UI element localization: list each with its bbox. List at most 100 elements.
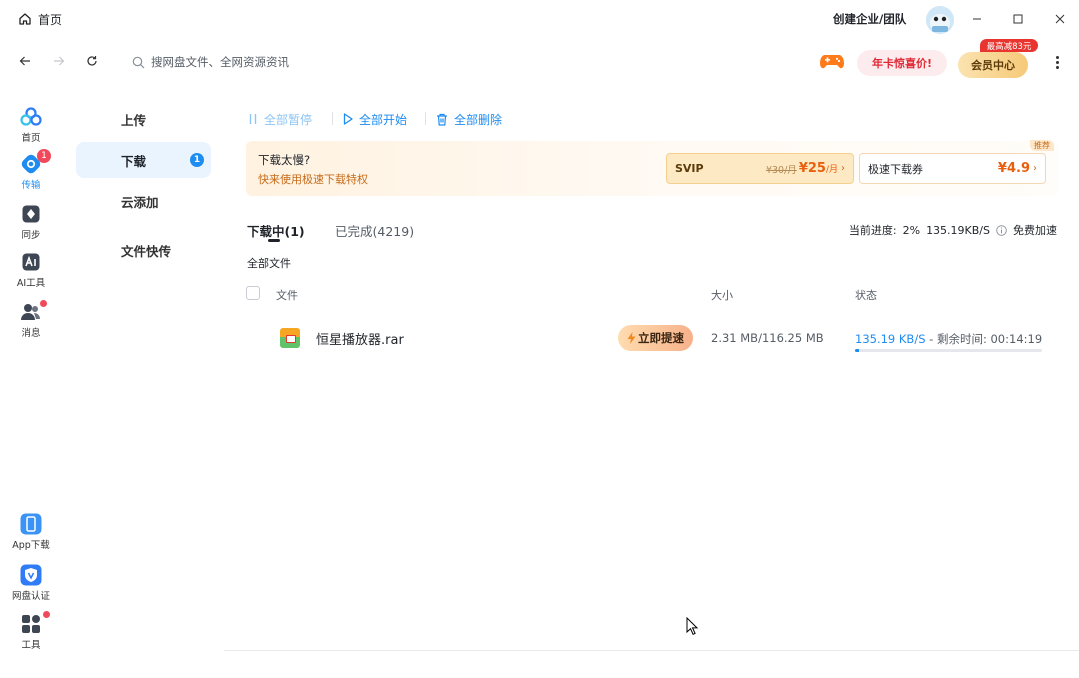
people-icon [20,300,47,323]
sidebar-item-label: 文件快传 [121,243,172,259]
chevron-right-icon: › [841,163,845,174]
progress-summary: 当前进度: 2% 135.19KB/S 免费加速 [849,222,1057,238]
search-input[interactable]: 搜网盘文件、全网资源资讯 [151,54,289,70]
grid-icon [20,611,50,635]
rail-item-label: 消息 [21,328,41,339]
table-row[interactable]: 恒星播放器.rar 立即提速 2.31 MB/116.25 MB 135.19 … [246,318,1058,358]
tab-completed[interactable]: 已完成(4219) [335,221,414,240]
sidebar-item-quick-transfer[interactable]: 文件快传 [76,232,211,268]
column-header-size[interactable]: 大小 [711,287,733,303]
back-button[interactable] [16,52,34,70]
banner-title: 下载太慢? [258,153,311,167]
mouse-cursor-icon [686,617,698,635]
year-card-promo-button[interactable]: 年卡惊喜价! [857,50,947,76]
search-bar[interactable]: 搜网盘文件、全网资源资讯 [132,52,289,72]
speed-boost-label: 立即提速 [638,331,684,345]
tools-dot [43,611,50,618]
info-icon[interactable] [996,224,1007,236]
messages-dot [40,300,47,307]
rail-item-transfer[interactable]: 1 传输 [10,149,52,191]
rail-item-ai-tools[interactable]: AI工具 [10,251,52,289]
sidebar-item-label: 云添加 [121,194,159,210]
minimize-button[interactable] [967,9,987,29]
progress-speed: 135.19KB/S [926,223,990,237]
dot-icon [1055,60,1059,64]
column-header-status[interactable]: 状态 [855,287,877,303]
more-menu-button[interactable] [1050,52,1064,72]
free-accelerate-link[interactable]: 免费加速 [1013,222,1057,238]
title-bar: 首页 创建企业/团队 [0,0,1079,38]
speed-coupon-price: ¥4.9 [997,161,1030,176]
download-progress-bar [855,349,1042,352]
maximize-button[interactable] [1008,9,1028,29]
file-size: 2.31 MB/116.25 MB [711,331,824,345]
rail-item-app-download[interactable]: App下载 [10,513,52,551]
gamepad-icon[interactable] [820,52,844,70]
lightning-icon [627,332,636,344]
download-speed: 135.19 KB/S [855,332,926,346]
bottom-divider [224,650,1079,651]
rail-item-sync[interactable]: 同步 [10,203,52,241]
cloud-logo-icon [20,106,42,128]
pause-all-label: 全部暂停 [264,112,313,127]
recommend-tag: 推荐 [1030,140,1054,151]
progress-percent: 2% [902,223,921,237]
rail-item-label: 首页 [21,133,41,144]
sidebar-item-upload[interactable]: 上传 [76,101,211,137]
rail-item-messages[interactable]: 消息 [10,300,52,339]
ai-icon [20,251,42,273]
svip-original-price: ¥30/月 [765,164,797,176]
svip-offer-button[interactable]: SVIP ¥30/月 ¥25/月 › [666,153,854,184]
dot-icon [1055,55,1059,59]
tab-underline [268,239,280,242]
toolbar-divider [332,112,333,125]
rail-item-label: 同步 [21,230,41,241]
remaining-time: - 剩余时间: 00:14:19 [925,332,1043,346]
home-tab[interactable]: 首页 [18,9,62,29]
play-icon [343,113,353,125]
home-tab-label: 首页 [38,12,63,27]
transfer-icon: 1 [20,149,51,175]
sidebar-item-download[interactable]: 下载 1 [76,142,211,178]
verified-shield-icon [20,564,42,586]
forward-button[interactable] [50,52,68,70]
rail-item-label: App下载 [12,540,50,551]
speed-coupon-offer-button[interactable]: 极速下载券 ¥4.9 › [859,153,1046,184]
delete-all-button[interactable]: 全部删除 [436,110,502,128]
column-header-file[interactable]: 文件 [276,287,298,303]
start-all-label: 全部开始 [359,112,408,127]
avatar[interactable] [926,6,954,34]
rail-item-tools[interactable]: 工具 [10,611,52,651]
select-all-checkbox[interactable] [246,286,260,300]
rail-item-label: 工具 [21,640,41,651]
progress-label: 当前进度: [848,224,897,237]
vip-discount-tag: 最高减83元 [980,39,1038,52]
speed-boost-button[interactable]: 立即提速 [618,325,693,351]
create-team-link[interactable]: 创建企业/团队 [833,11,906,27]
rail-item-verify[interactable]: 网盘认证 [10,564,52,602]
download-status: 135.19 KB/S - 剩余时间: 00:14:19 [855,331,1042,347]
refresh-button[interactable] [83,52,101,70]
sidebar-item-label: 下载 [121,153,147,169]
pause-all-button[interactable]: 全部暂停 [248,110,312,128]
vip-center-button[interactable]: 会员中心 [958,52,1028,78]
rail-item-label: 网盘认证 [11,591,50,602]
sync-icon [20,203,42,225]
speed-coupon-label: 极速下载券 [868,162,923,176]
archive-file-icon [280,328,300,348]
delete-all-label: 全部删除 [454,112,503,127]
home-icon [18,12,32,26]
start-all-button[interactable]: 全部开始 [343,110,407,128]
trash-icon [436,113,448,126]
pause-icon [248,113,258,125]
sidebar-item-label: 上传 [121,112,147,128]
transfer-badge: 1 [37,149,51,163]
sidebar-item-cloud-add[interactable]: 云添加 [76,183,211,219]
tab-downloading[interactable]: 下载中(1) [247,221,305,240]
close-button[interactable] [1050,9,1070,29]
dot-icon [1055,65,1059,69]
toolbar-divider [425,112,426,125]
rail-item-home[interactable]: 首页 [10,106,52,144]
download-count-badge: 1 [190,153,204,167]
search-icon [132,56,145,69]
